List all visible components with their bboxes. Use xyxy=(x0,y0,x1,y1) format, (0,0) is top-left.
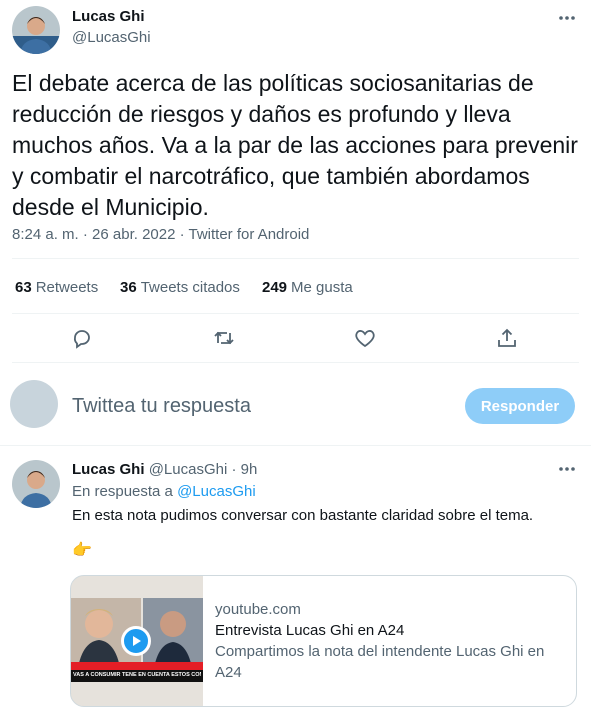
more-options-icon[interactable] xyxy=(557,459,577,479)
replying-to: En respuesta a @LucasGhi xyxy=(72,483,256,500)
quotes-stat[interactable]: 36 Tweets citados xyxy=(120,279,240,296)
card-body: youtube.com Entrevista Lucas Ghi en A24 … xyxy=(203,576,576,706)
replying-prefix: En respuesta a xyxy=(72,483,173,500)
tweet-text-line: muchos años. Va a la par de las acciones… xyxy=(12,132,578,158)
quotes-label: Tweets citados xyxy=(140,279,240,296)
retweets-count: 63 xyxy=(15,279,32,296)
reply-button[interactable]: Responder xyxy=(465,388,575,424)
more-options-icon[interactable] xyxy=(557,8,577,28)
likes-count: 249 xyxy=(262,279,288,296)
likes-label: Me gusta xyxy=(291,279,353,296)
avatar[interactable] xyxy=(12,460,60,508)
tweet-text: El debate acerca de las políticas socios… xyxy=(12,68,587,223)
avatar[interactable] xyxy=(12,6,60,54)
play-icon[interactable] xyxy=(121,626,151,656)
divider xyxy=(12,313,579,314)
pointing-right-emoji: 👉 xyxy=(72,542,92,559)
reply-text: En esta nota pudimos conversar con basta… xyxy=(72,507,534,524)
share-icon[interactable] xyxy=(495,326,519,350)
thumb-caption: VAS A CONSUMIR TENÉ EN CUENTA ESTOS CONS… xyxy=(73,672,201,678)
reply-author-handle[interactable]: @LucasGhi xyxy=(149,461,228,478)
likes-stat[interactable]: 249 Me gusta xyxy=(262,279,353,296)
tweet-text-line: y combatir el narcotráfico, que también … xyxy=(12,163,530,189)
compose-avatar xyxy=(10,380,58,428)
like-icon[interactable] xyxy=(353,326,377,350)
reply-input[interactable]: Twittea tu respuesta xyxy=(72,395,251,418)
divider xyxy=(12,362,579,363)
retweet-icon[interactable] xyxy=(212,326,236,350)
reply-author-name[interactable]: Lucas Ghi xyxy=(72,461,145,478)
link-card[interactable]: VAS A CONSUMIR TENÉ EN CUENTA ESTOS CONS… xyxy=(70,575,577,707)
card-description: Compartimos la nota del intendente Lucas… xyxy=(215,643,545,681)
card-domain: youtube.com xyxy=(215,601,301,618)
replying-handle-link[interactable]: @LucasGhi xyxy=(177,483,256,500)
reply-icon[interactable] xyxy=(70,326,94,350)
tweet-text-line: desde el Municipio. xyxy=(12,194,209,220)
divider xyxy=(12,258,579,259)
reply-header: Lucas Ghi @LucasGhi · 9h xyxy=(72,461,257,478)
author-name[interactable]: Lucas Ghi xyxy=(72,8,145,25)
card-title: Entrevista Lucas Ghi en A24 xyxy=(215,622,405,639)
retweets-stat[interactable]: 63 Retweets xyxy=(15,279,98,296)
retweets-label: Retweets xyxy=(35,279,99,296)
tweet-timestamp[interactable]: 8:24 a. m. · 26 abr. 2022 · Twitter for … xyxy=(12,226,309,243)
author-handle[interactable]: @LucasGhi xyxy=(72,29,151,46)
tweet-text-line: reducción de riesgos y daños es profundo… xyxy=(12,101,511,127)
quotes-count: 36 xyxy=(120,279,137,296)
divider xyxy=(0,445,591,446)
tweet-text-line: El debate acerca de las políticas socios… xyxy=(12,70,534,96)
reply-time[interactable]: · 9h xyxy=(231,461,257,478)
video-thumbnail[interactable]: VAS A CONSUMIR TENÉ EN CUENTA ESTOS CONS… xyxy=(71,576,203,706)
